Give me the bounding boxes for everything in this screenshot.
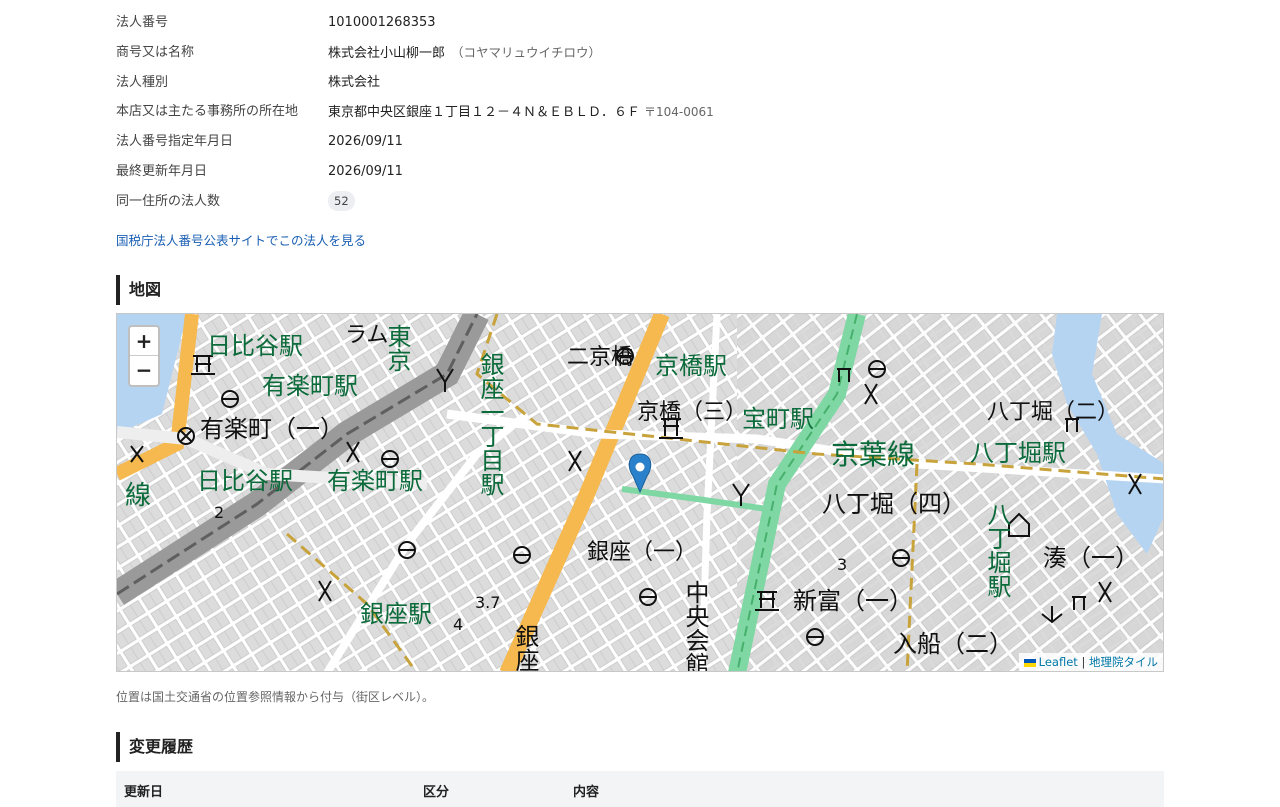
company-name-text: 株式会社小山柳一郎: [328, 46, 446, 61]
info-label: 同一住所の法人数: [116, 194, 221, 209]
map-label: 八丁堀（四）: [822, 490, 966, 518]
map-label: 線: [125, 481, 151, 511]
map-label: 宝町駅: [742, 405, 814, 433]
info-label: 法人番号: [116, 15, 169, 30]
map-label: 銀座（一）: [587, 540, 697, 565]
map-label: 有楽町駅: [262, 372, 358, 400]
spot-height: 3.7: [475, 593, 500, 612]
info-label: 法人番号指定年月日: [116, 134, 234, 149]
map-label: 中央会館: [681, 580, 709, 672]
map-label: 銀座駅: [360, 600, 432, 628]
zoom-control: + −: [128, 325, 160, 387]
map-label: 有楽町駅: [327, 467, 423, 495]
nta-site-link[interactable]: 国税庁法人番号公表サイトでこの法人を見る: [116, 230, 366, 249]
map-label: 八丁堀駅: [983, 502, 1011, 598]
spot-height: 4: [453, 615, 463, 634]
map-label: 日比谷駅: [197, 467, 293, 495]
history-table-header: 更新日 区分 内容: [116, 771, 1164, 807]
map-label: 有楽町（一）: [200, 415, 344, 443]
map-label: 湊（一）: [1043, 544, 1139, 572]
ukraine-flag-icon: [1023, 658, 1036, 667]
gsi-tiles-link[interactable]: 地理院タイル: [1089, 655, 1158, 669]
map-label: 京橋（三）: [637, 400, 747, 425]
map-label: ラム: [345, 323, 388, 348]
map-label: 二京橋: [567, 345, 633, 370]
column-header-content: 内容: [573, 785, 600, 800]
info-label: 最終更新年月日: [116, 164, 208, 179]
info-label: 法人種別: [116, 75, 169, 90]
info-label: 本店又は主たる事務所の所在地: [116, 104, 299, 119]
corporate-type: 株式会社: [328, 75, 381, 90]
company-name-kana: （コヤマリュウイチロウ）: [451, 45, 602, 60]
map-label: 東京: [383, 324, 411, 372]
company-name: 株式会社小山柳一郎 （コヤマリュウイチロウ）: [328, 42, 601, 65]
postal-code: 〒104-0061: [644, 105, 714, 119]
corporate-number: 1010001268353: [328, 15, 436, 30]
map-label: 京葉線: [831, 438, 915, 471]
map-label: 銀座: [511, 624, 539, 672]
map-attribution: Leaflet | 地理院タイル: [1018, 653, 1163, 671]
map-label: 新富（一）: [793, 587, 913, 615]
map-label: 京橋駅: [655, 352, 727, 380]
attribution-separator: |: [1081, 655, 1086, 669]
designation-date: 2026/09/11: [328, 134, 403, 149]
map-label: 八丁堀駅: [970, 439, 1066, 467]
zoom-in-button[interactable]: +: [130, 327, 158, 356]
history-section-title: 変更履歴: [116, 732, 193, 762]
map-note: 位置は国土交通省の位置参照情報から付与（街区レベル）。: [116, 690, 435, 704]
info-label: 商号又は名称: [116, 45, 195, 60]
last-updated-date: 2026/09/11: [328, 164, 403, 179]
same-address-count: 52: [328, 191, 355, 213]
map-label: 銀座一丁目駅: [476, 352, 504, 496]
map-section-title: 地図: [116, 275, 161, 305]
address-text: 東京都中央区銀座１丁目１２－４Ｎ＆ＥＢＬＤ．６Ｆ: [328, 105, 641, 120]
map-label: 八丁堀（二）: [987, 400, 1119, 425]
address: 東京都中央区銀座１丁目１２－４Ｎ＆ＥＢＬＤ．６Ｆ 〒104-0061: [328, 101, 714, 124]
column-header-type: 区分: [423, 785, 450, 800]
spot-height: 3: [837, 555, 847, 574]
map-label: 日比谷駅: [207, 332, 303, 360]
map-label: 入船（二）: [893, 630, 1013, 658]
column-header-date: 更新日: [124, 785, 164, 800]
spot-height: 2: [214, 503, 224, 522]
zoom-out-button[interactable]: −: [130, 356, 158, 385]
count-badge[interactable]: 52: [328, 191, 355, 211]
map-tiles[interactable]: 日比谷駅 有楽町駅 有楽町（一） 日比谷駅 有楽町駅 銀座駅 京橋駅 京橋（三）…: [117, 314, 1164, 672]
leaflet-link[interactable]: Leaflet: [1039, 655, 1078, 669]
map-view[interactable]: 日比谷駅 有楽町駅 有楽町（一） 日比谷駅 有楽町駅 銀座駅 京橋駅 京橋（三）…: [116, 313, 1164, 672]
